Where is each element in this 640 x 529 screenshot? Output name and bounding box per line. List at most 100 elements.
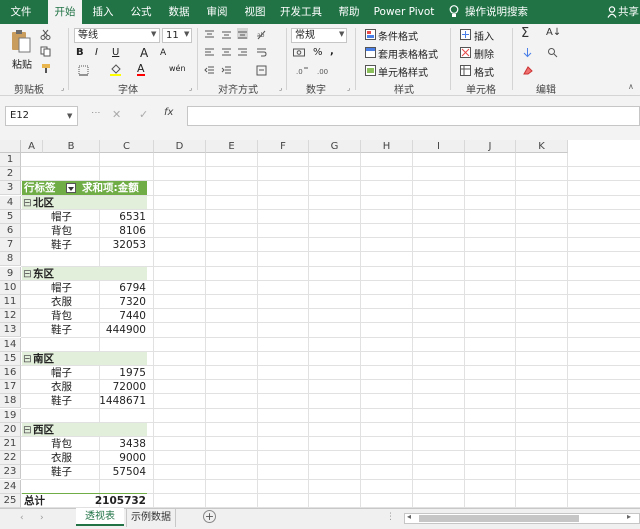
row-header-5[interactable]: 5 [0,209,21,224]
row-header-18[interactable]: 18 [0,394,21,409]
row-header-17[interactable]: 17 [0,380,21,395]
sheet-tab-sample-data[interactable]: 示例数据 [126,509,176,527]
sort-filter-icon[interactable]: A↓ [546,27,561,38]
add-sheet-icon[interactable]: + [203,510,216,523]
clear-icon[interactable] [522,65,533,76]
selected-cell-e12[interactable] [205,308,258,323]
share-button[interactable]: 共享 [618,0,640,24]
phonetic-button[interactable]: wén [169,64,186,73]
scroll-right-icon[interactable]: › [40,513,44,523]
collapse-ribbon-icon[interactable]: ∧ [628,82,634,91]
paste-icon[interactable] [10,29,32,54]
fill-color-icon[interactable] [110,63,121,76]
row-header-16[interactable]: 16 [0,366,21,380]
autosum-icon[interactable]: Σ [521,26,529,41]
row-header-8[interactable]: 8 [0,252,21,267]
conditional-format-button[interactable]: 条件格式 [378,28,418,43]
increase-decimal-icon[interactable]: .0 [296,65,308,76]
cell-styles-icon[interactable] [365,65,376,76]
row-header-10[interactable]: 10 [0,280,21,295]
align-top-icon[interactable] [204,29,215,40]
row-header-11[interactable]: 11 [0,295,21,309]
row-header-20[interactable]: 20 [0,422,21,437]
wrap-text-icon[interactable] [256,47,267,58]
decrease-decimal-icon[interactable]: .00 [317,65,328,76]
pivot-region-label[interactable]: 西区 [33,423,54,437]
column-header-c[interactable]: C [100,140,154,153]
row-header-13[interactable]: 13 [0,323,21,338]
delete-cells-icon[interactable] [460,47,471,58]
font-name-select[interactable]: 等线 [74,28,160,43]
pivot-row-labels-header[interactable]: 行标签 [24,181,56,195]
row-header-9[interactable]: 9 [0,266,21,281]
tab-home[interactable]: 开始 [48,0,82,24]
insert-cells-icon[interactable] [460,29,471,40]
format-as-table-icon[interactable] [365,47,376,58]
tab-help[interactable]: 帮助 [332,0,366,24]
collapse-icon[interactable]: ⊟ [23,267,32,281]
row-header-19[interactable]: 19 [0,408,21,423]
tab-power-pivot[interactable]: Power Pivot [372,0,436,24]
italic-button[interactable]: I [95,47,98,58]
collapse-icon[interactable]: ⊟ [23,423,32,437]
row-header-23[interactable]: 23 [0,465,21,480]
align-center-icon[interactable] [221,47,232,58]
row-header-3[interactable]: 3 [0,181,21,196]
alignment-launcher-icon[interactable]: ⌟ [279,84,282,92]
bold-button[interactable]: B [76,47,84,58]
column-header-i[interactable]: I [413,140,465,153]
tab-developer[interactable]: 开发工具 [276,0,326,24]
column-header-h[interactable]: H [361,140,413,153]
column-header-e[interactable]: E [206,140,258,153]
currency-icon[interactable] [293,47,305,58]
tab-file[interactable]: 文件 [4,0,38,24]
row-header-21[interactable]: 21 [0,437,21,451]
align-middle-icon[interactable] [221,29,232,40]
horizontal-scrollbar[interactable]: ◂ ▸ [404,512,640,524]
column-header-j[interactable]: J [465,140,516,153]
column-header-b[interactable]: B [43,140,100,153]
number-launcher-icon[interactable]: ⌟ [347,84,350,92]
filter-dropdown-icon[interactable] [66,183,76,194]
orientation-icon[interactable]: ab [256,29,267,40]
insert-cells-button[interactable]: 插入 [474,28,494,43]
font-launcher-icon[interactable]: ⌟ [189,84,192,92]
column-header-k[interactable]: K [516,140,568,153]
row-header-12[interactable]: 12 [0,309,21,324]
row-header-4[interactable]: 4 [0,195,21,210]
align-right-icon[interactable] [237,47,248,58]
row-header-1[interactable]: 1 [0,153,21,167]
format-cells-icon[interactable] [460,65,471,76]
align-left-icon[interactable] [204,47,215,58]
scroll-left-arrow-icon[interactable]: ◂ [407,512,411,521]
select-all-corner[interactable] [0,140,21,153]
column-header-f[interactable]: F [258,140,309,153]
row-header-14[interactable]: 14 [0,337,21,352]
tab-view[interactable]: 视图 [238,0,272,24]
insert-function-button[interactable]: fx [164,107,173,118]
sheet-tab-pivot[interactable]: 透视表 [76,508,124,526]
increase-font-button[interactable]: A [140,46,148,60]
format-painter-icon[interactable] [40,63,51,74]
formula-input[interactable] [187,106,640,126]
scroll-right-arrow-icon[interactable]: ▸ [627,512,631,521]
scrollbar-thumb[interactable] [419,515,579,522]
font-color-button[interactable]: A [137,63,145,76]
align-bottom-icon[interactable] [237,28,248,39]
find-select-icon[interactable] [547,47,558,58]
delete-cells-button[interactable]: 删除 [474,46,494,61]
row-header-24[interactable]: 24 [0,479,21,494]
underline-button[interactable]: U [112,47,119,58]
cancel-icon[interactable]: ✕ [112,108,121,121]
clipboard-launcher-icon[interactable]: ⌟ [61,84,64,92]
pivot-region-label[interactable]: 南区 [33,352,54,366]
confirm-icon[interactable]: ✓ [139,108,148,121]
row-header-15[interactable]: 15 [0,351,21,366]
scroll-left-icon[interactable]: ‹ [20,513,24,523]
pivot-region-label[interactable]: 东区 [33,267,54,281]
tab-review[interactable]: 审阅 [200,0,234,24]
collapse-icon[interactable]: ⊟ [23,352,32,366]
decrease-font-button[interactable]: A [160,48,166,58]
percent-button[interactable]: % [313,47,323,58]
cut-icon[interactable] [40,29,51,40]
